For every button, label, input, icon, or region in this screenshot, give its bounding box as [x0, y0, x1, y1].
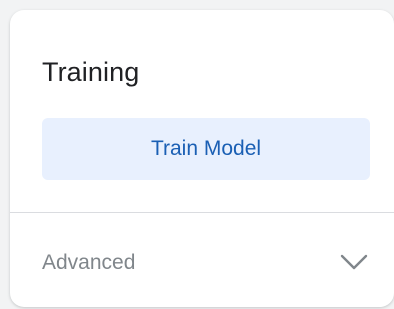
- chevron-down-icon: [340, 254, 368, 270]
- train-model-button[interactable]: Train Model: [42, 118, 370, 180]
- advanced-section-toggle[interactable]: Advanced: [10, 213, 394, 307]
- advanced-label: Advanced: [42, 251, 136, 274]
- training-panel: Training Train Model Advanced: [10, 10, 394, 307]
- panel-title: Training: [42, 57, 140, 87]
